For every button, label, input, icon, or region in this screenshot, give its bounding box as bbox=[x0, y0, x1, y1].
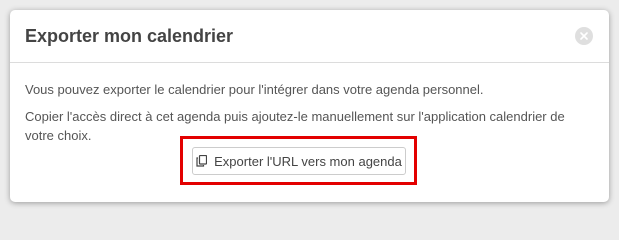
close-button[interactable] bbox=[575, 27, 593, 45]
dialog-header: Exporter mon calendrier bbox=[10, 10, 609, 63]
export-url-button-label: Exporter l'URL vers mon agenda bbox=[214, 153, 402, 169]
dialog-description: Vous pouvez exporter le calendrier pour … bbox=[25, 82, 484, 97]
dialog-title: Exporter mon calendrier bbox=[25, 26, 234, 46]
export-url-button[interactable]: Exporter l'URL vers mon agenda bbox=[192, 147, 406, 175]
copy-icon bbox=[196, 155, 208, 167]
close-icon bbox=[580, 32, 588, 40]
